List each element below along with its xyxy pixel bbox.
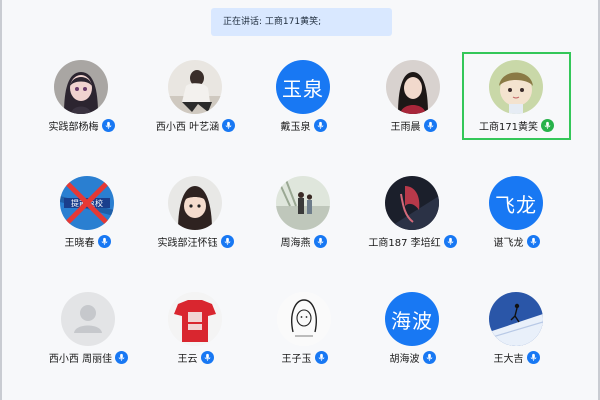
participant-name: 戴玉泉 [280, 122, 311, 133]
participant-label: 王子玉 [250, 350, 359, 365]
participant-label: 谌飞龙 [462, 234, 571, 249]
participant-avatar [168, 176, 222, 230]
mic-icon[interactable] [200, 351, 214, 364]
participant-avatar [168, 292, 222, 346]
participant-tile[interactable]: 提前返校 王晓春 [33, 168, 142, 256]
participant-label: 王大吉 [462, 350, 571, 365]
participant-label: 胡海波 [358, 350, 467, 365]
mic-icon[interactable] [222, 119, 236, 132]
participant-name: 工商187 李培红 [368, 238, 441, 249]
participant-label: 西小西 周丽佳 [34, 350, 143, 365]
participant-avatar [489, 292, 543, 346]
participant-label: 工商171黄笑 [464, 118, 569, 133]
mic-icon[interactable] [220, 235, 234, 248]
participant-grid: 实践部杨梅 西小西 叶艺涵 玉泉 戴玉泉 王雨晨 工商171黄笑 王晓春 实践部… [0, 0, 600, 400]
mic-icon[interactable] [313, 119, 327, 132]
participant-name: 实践部汪怀钰 [157, 238, 218, 249]
participant-name: 西小西 周丽佳 [48, 354, 113, 365]
mic-icon[interactable] [115, 351, 129, 364]
mic-icon[interactable] [423, 119, 437, 132]
participant-avatar: 玉泉 [276, 60, 330, 114]
participant-label: 工商187 李培红 [358, 234, 467, 249]
participant-tile[interactable]: 周海燕 [249, 168, 358, 256]
participant-label: 周海燕 [249, 234, 358, 249]
mic-speaking-icon[interactable] [541, 119, 555, 132]
participant-label: 实践部汪怀钰 [141, 234, 250, 249]
participant-tile[interactable]: 实践部汪怀钰 [141, 168, 250, 256]
participant-avatar [385, 176, 439, 230]
participant-label: 戴玉泉 [249, 118, 358, 133]
avatar-initials: 海波 [391, 308, 433, 333]
mic-icon[interactable] [313, 235, 327, 248]
avatar-initials: 飞龙 [495, 192, 537, 217]
participant-name: 谌飞龙 [493, 238, 524, 249]
mic-icon[interactable] [526, 351, 540, 364]
participant-name: 王云 [177, 354, 198, 365]
avatar-initials: 玉泉 [282, 76, 324, 101]
participant-tile[interactable]: 王子玉 [250, 284, 359, 372]
participant-avatar [168, 60, 222, 114]
participant-name: 王晓春 [64, 238, 95, 249]
participant-name: 西小西 叶艺涵 [155, 122, 220, 133]
participant-tile[interactable]: 工商187 李培红 [358, 168, 467, 256]
mic-icon[interactable] [97, 235, 111, 248]
participant-avatar: 提前返校 [60, 176, 114, 230]
participant-name: 王子玉 [281, 354, 312, 365]
participant-avatar [54, 60, 108, 114]
participant-label: 西小西 叶艺涵 [141, 118, 250, 133]
participant-avatar [489, 60, 543, 114]
default-user-icon [61, 292, 115, 346]
participant-avatar [386, 60, 440, 114]
participant-label: 王晓春 [33, 234, 142, 249]
mic-icon[interactable] [101, 119, 115, 132]
mic-icon[interactable] [314, 351, 328, 364]
participant-tile[interactable]: 王云 [141, 284, 250, 372]
mic-icon[interactable] [443, 235, 457, 248]
participant-avatar [276, 176, 330, 230]
participant-label: 王云 [141, 350, 250, 365]
participant-name: 工商171黄笑 [478, 122, 539, 133]
participant-name: 王雨晨 [390, 122, 421, 133]
participant-name: 王大吉 [493, 354, 524, 365]
participant-tile-speaking[interactable]: 工商171黄笑 [462, 52, 571, 140]
participant-tile[interactable]: 飞龙 谌飞龙 [462, 168, 571, 256]
participant-tile[interactable]: 玉泉 戴玉泉 [249, 52, 358, 140]
participant-avatar: 飞龙 [489, 176, 543, 230]
participant-tile[interactable]: 西小西 周丽佳 [34, 284, 143, 372]
mic-icon[interactable] [526, 235, 540, 248]
participant-tile[interactable]: 王雨晨 [359, 52, 468, 140]
participant-name: 实践部杨梅 [48, 122, 99, 133]
participant-tile[interactable]: 西小西 叶艺涵 [141, 52, 250, 140]
participant-label: 王雨晨 [359, 118, 468, 133]
participant-tile[interactable]: 海波 胡海波 [358, 284, 467, 372]
participant-tile[interactable]: 王大吉 [462, 284, 571, 372]
participant-avatar [277, 292, 331, 346]
mic-icon[interactable] [422, 351, 436, 364]
participant-avatar: 海波 [385, 292, 439, 346]
participant-label: 实践部杨梅 [27, 118, 136, 133]
participant-tile[interactable]: 实践部杨梅 [27, 52, 136, 140]
participant-name: 胡海波 [389, 354, 420, 365]
participant-name: 周海燕 [280, 238, 311, 249]
